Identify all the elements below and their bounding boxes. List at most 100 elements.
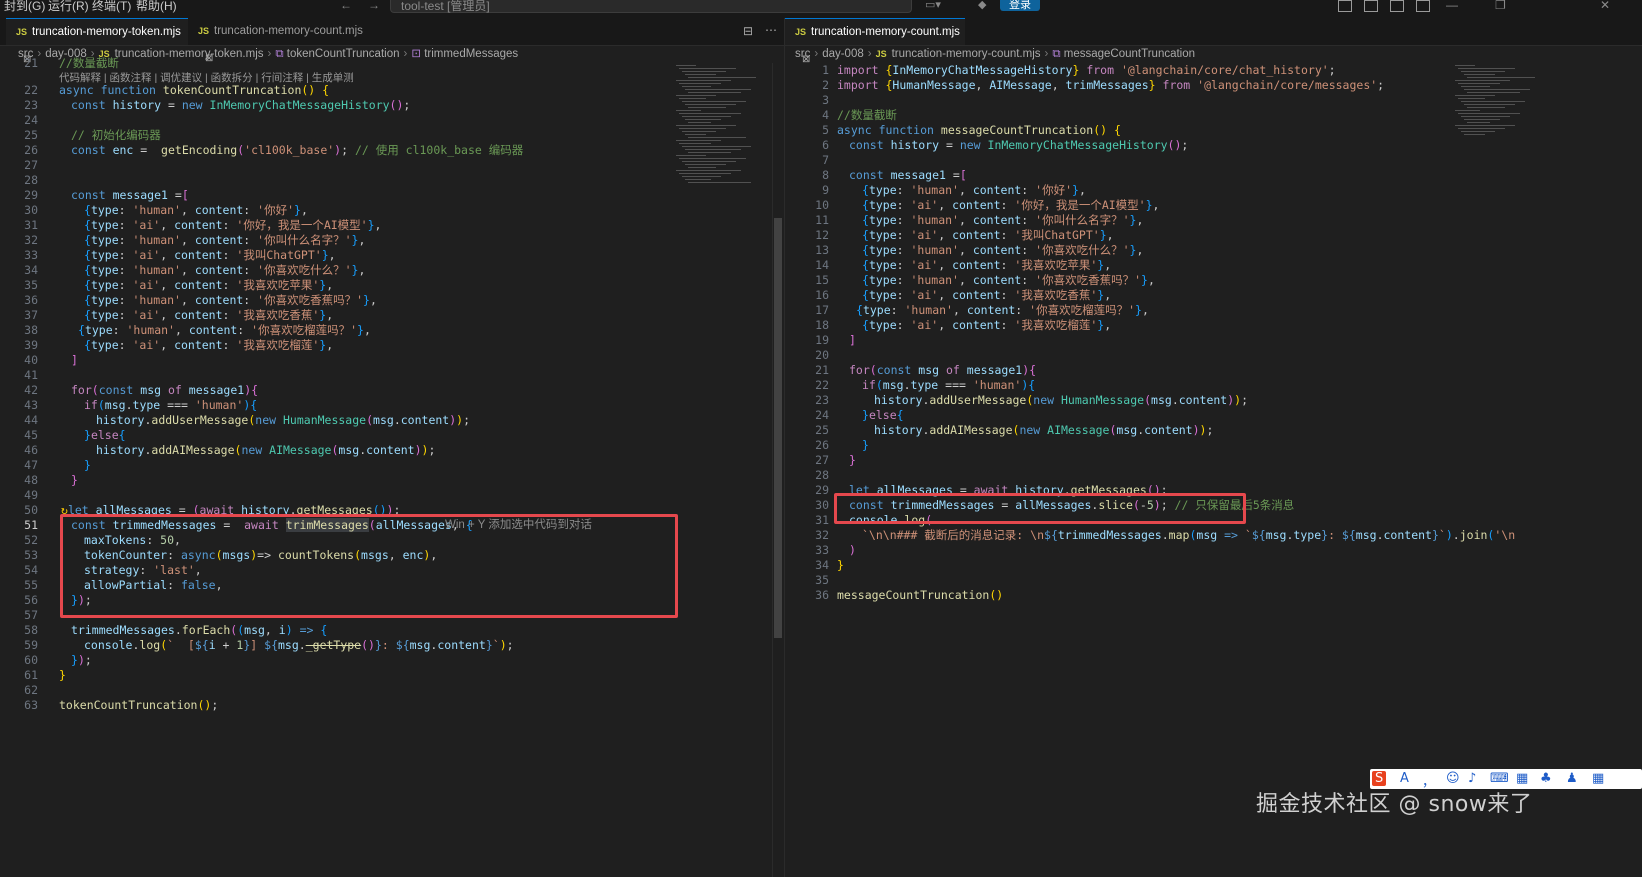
extension-icon[interactable]: ◆ bbox=[978, 0, 986, 11]
command-center[interactable]: tool-test [管理员] bbox=[390, 0, 912, 13]
toggle-secondary-sidebar-icon[interactable] bbox=[1390, 0, 1404, 12]
minimap-line bbox=[1461, 131, 1495, 132]
code-line: {type: 'ai', content: '我喜欢吃榴莲'}, bbox=[84, 338, 334, 352]
code-line: async function tokenCountTruncation() { bbox=[59, 83, 330, 97]
ime-user-icon[interactable]: ♟ bbox=[1566, 771, 1578, 786]
code-line: ] bbox=[849, 333, 856, 347]
minimap-line bbox=[1455, 65, 1475, 66]
more-actions-icon[interactable]: ⋯ bbox=[765, 23, 777, 37]
code-line: {type: 'human', content: '你好'}, bbox=[84, 203, 308, 217]
minimap-line bbox=[1458, 83, 1500, 84]
watermark: 掘金技术社区 @ snow来了 bbox=[1256, 792, 1533, 817]
right-tab-bar: JS truncation-memory-count.mjs⊠ bbox=[785, 18, 1642, 65]
minimap-line bbox=[1455, 80, 1510, 81]
breadcrumb-src[interactable]: src bbox=[795, 48, 810, 60]
code-line: console.log(` [${i + 1}] ${msg._getType(… bbox=[84, 638, 514, 652]
code-line: {type: 'human', content: '你喜欢吃榴莲吗？'}, bbox=[78, 323, 371, 337]
ime-skin-icon[interactable]: ♣ bbox=[1540, 771, 1552, 786]
breadcrumb-right: src › day-008 › JS truncation-memory-count.mj… bbox=[785, 45, 1642, 63]
minimap-line bbox=[679, 98, 706, 99]
minimap-line bbox=[685, 119, 721, 120]
code-line: ) bbox=[849, 543, 856, 557]
minimap-line bbox=[688, 182, 751, 183]
minimap-line bbox=[679, 68, 736, 69]
minimap-line bbox=[688, 152, 731, 153]
minimap-line bbox=[682, 71, 726, 72]
breadcrumb-function[interactable]: messageCountTruncation bbox=[1064, 48, 1195, 60]
minimap-line bbox=[685, 134, 706, 135]
minimap-line bbox=[1458, 98, 1485, 99]
ime-voice-icon[interactable]: ♪ bbox=[1468, 771, 1476, 786]
close-window-icon[interactable]: ✕ bbox=[1600, 0, 1610, 12]
code-line: {type: 'human', content: '你喜欢吃榴莲吗？'}, bbox=[856, 303, 1149, 317]
menu-run[interactable]: 运行(R) bbox=[48, 0, 89, 14]
minimap-line bbox=[1464, 134, 1485, 135]
code-line: trimmedMessages.forEach((msg, i) => { bbox=[71, 623, 328, 637]
js-file-icon: JS bbox=[795, 27, 807, 37]
toggle-primary-sidebar-icon[interactable] bbox=[1338, 0, 1352, 12]
minimap-line bbox=[1461, 71, 1505, 72]
customize-layout-icon[interactable] bbox=[1416, 0, 1430, 12]
minimap-line bbox=[1461, 101, 1525, 102]
minimap-line bbox=[1461, 116, 1510, 117]
code-line: tokenCountTruncation(); bbox=[59, 698, 219, 712]
toggle-panel-icon[interactable] bbox=[1364, 0, 1378, 12]
code-comment-partial: //数量截断 bbox=[59, 56, 119, 70]
scrollbar-thumb[interactable] bbox=[774, 218, 782, 638]
minimap-line bbox=[1464, 104, 1515, 105]
minimap[interactable] bbox=[1455, 63, 1545, 193]
line-number: 7 bbox=[822, 153, 829, 167]
tab-truncation-memory-count[interactable]: JS truncation-memory-count.mjs⊠ bbox=[188, 18, 368, 64]
code-editor-left[interactable]: 21 22 23 24 25 26 27 28 29 30 31 32 33 34 35 36 37 38 39 40… bbox=[0, 56, 784, 877]
ime-keyboard-icon[interactable]: ⌨ bbox=[1490, 771, 1509, 786]
chat-icon[interactable]: ▭▾ bbox=[925, 0, 941, 11]
line-number: 49 bbox=[24, 488, 38, 502]
minimap-line bbox=[685, 164, 726, 165]
sogou-logo-icon[interactable]: S bbox=[1372, 771, 1387, 786]
code-line: async function messageCountTruncation() … bbox=[837, 123, 1121, 137]
breadcrumb-folder[interactable]: day-008 bbox=[822, 48, 864, 60]
minimap-line bbox=[676, 80, 731, 81]
minimap-line bbox=[1458, 68, 1515, 69]
ime-emoji-icon[interactable]: ☺ bbox=[1446, 771, 1460, 786]
tab-truncation-memory-token[interactable]: JS truncation-memory-token.mjs⊠ bbox=[6, 18, 188, 65]
split-editor-icon[interactable]: ⊟ bbox=[743, 24, 753, 38]
code-line: {type: 'ai', content: '我喜欢吃榴莲'}, bbox=[862, 318, 1112, 332]
title-bar: 封到(G) 运行(R) 终端(T) 帮助(H) ← → tool-test [管… bbox=[0, 0, 1642, 18]
back-arrow-icon[interactable]: ← bbox=[340, 0, 352, 12]
minimap-line bbox=[688, 107, 726, 108]
ime-grid-icon[interactable]: ▦ bbox=[1592, 771, 1604, 786]
forward-arrow-icon[interactable]: → bbox=[368, 0, 380, 12]
code-line: history.addAIMessage(new AIMessage(msg.c… bbox=[874, 423, 1214, 437]
code-line: {type: 'human', content: '你喜欢吃什么？'}, bbox=[862, 243, 1144, 257]
line-number: 27 bbox=[24, 158, 38, 172]
minimap-line bbox=[682, 101, 746, 102]
tab-truncation-memory-count-right[interactable]: JS truncation-memory-count.mjs⊠ bbox=[785, 18, 965, 65]
minimap-line bbox=[679, 113, 741, 114]
ime-mode-icon[interactable]: A bbox=[1400, 771, 1409, 786]
login-button[interactable]: 登录 bbox=[1000, 0, 1040, 11]
menu-go[interactable]: 封到(G) bbox=[4, 0, 45, 14]
code-line: {type: 'human', content: '你叫什么名字？'}, bbox=[862, 213, 1144, 227]
minimap-line bbox=[1467, 77, 1535, 78]
minimize-icon[interactable]: — bbox=[1446, 0, 1458, 12]
breadcrumb-file[interactable]: truncation-memory-count.mjs bbox=[892, 48, 1041, 60]
minimap-line bbox=[1461, 86, 1490, 87]
code-line: const history = new InMemoryChatMessageH… bbox=[71, 98, 411, 112]
highlight-box-trim-messages bbox=[60, 514, 678, 618]
minimap-line bbox=[688, 122, 711, 123]
line-number: 62 bbox=[24, 683, 38, 697]
ime-toolbox-icon[interactable]: ▦ bbox=[1516, 771, 1528, 786]
restore-icon[interactable]: ❐ bbox=[1495, 0, 1506, 12]
menu-terminal[interactable]: 终端(T) bbox=[92, 0, 131, 14]
chevron-right-icon: › bbox=[814, 48, 819, 60]
code-line: }else{ bbox=[862, 408, 904, 422]
minimap-line bbox=[679, 173, 731, 174]
minimap[interactable] bbox=[676, 63, 766, 193]
tab-label: truncation-memory-token.mjs bbox=[32, 26, 181, 38]
vertical-scrollbar[interactable] bbox=[772, 63, 783, 877]
left-editor-group: JS truncation-memory-token.mjs⊠ JS truncat… bbox=[0, 18, 784, 877]
menu-help[interactable]: 帮助(H) bbox=[136, 0, 177, 14]
minimap-line bbox=[682, 86, 711, 87]
minimap-line bbox=[682, 161, 736, 162]
